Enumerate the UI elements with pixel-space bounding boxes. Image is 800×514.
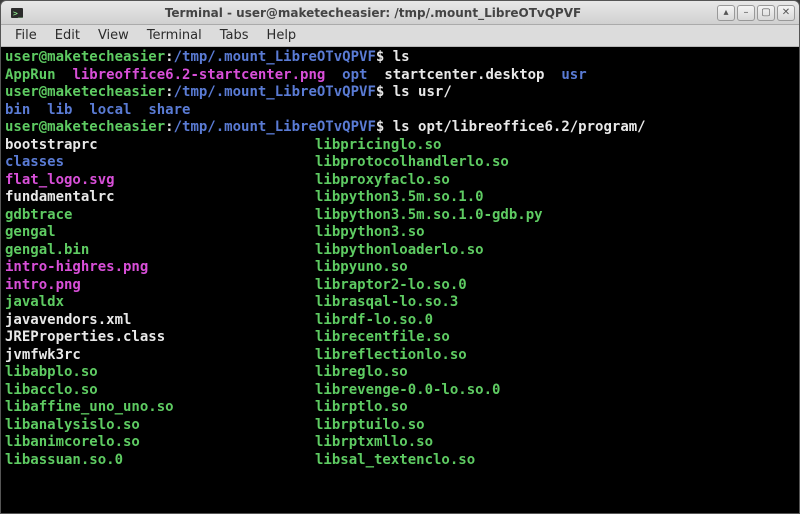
terminal-window: >_ Terminal - user@maketecheasier: /tmp/…	[0, 0, 800, 514]
terminal-text: librptlo.so	[315, 399, 408, 417]
terminal-text: libpython3.so	[315, 224, 425, 242]
terminal-text: libabplo.so	[5, 364, 98, 380]
terminal-text: libanimcorelo.so	[5, 434, 140, 450]
menu-terminal[interactable]: Terminal	[139, 26, 210, 45]
terminal-text: libproxyfaclo.so	[315, 172, 450, 190]
menu-edit[interactable]: Edit	[47, 26, 88, 45]
terminal-text: libanalysislo.so	[5, 417, 140, 433]
terminal-text: :	[165, 119, 173, 135]
terminal-text: gengal.bin	[5, 242, 89, 258]
menu-tabs[interactable]: Tabs	[212, 26, 257, 45]
terminal-text: libacclo.so	[5, 382, 98, 398]
terminal-text: librptuilo.so	[315, 417, 425, 435]
terminal-text: user@maketecheasier	[5, 119, 165, 135]
terminal-text	[544, 67, 561, 83]
terminal-text: libpython3.5m.so.1.0	[315, 189, 484, 207]
terminal-text: javaldx	[5, 294, 64, 310]
terminal-text: libaffine_uno_uno.so	[5, 399, 174, 415]
terminal-text: opt	[342, 67, 367, 83]
terminal-text: ls	[393, 49, 410, 65]
terminal-text: javavendors.xml	[5, 312, 131, 328]
terminal-text: intro.png	[5, 277, 81, 293]
terminal-text: fundamentalrc	[5, 189, 115, 205]
minimize-button[interactable]: –	[737, 5, 755, 21]
terminal-text	[30, 102, 47, 118]
terminal-text: libpricinglo.so	[315, 137, 441, 155]
terminal-text	[72, 102, 89, 118]
terminal-text: :	[165, 84, 173, 100]
terminal-text: ls opt/libreoffice6.2/program/	[393, 119, 646, 135]
terminal-text: lib	[47, 102, 72, 118]
terminal-text: libpyuno.so	[315, 259, 408, 277]
terminal-text: /tmp/.mount_LibreOTvQPVF	[174, 49, 376, 65]
terminal-text: gengal	[5, 224, 56, 240]
terminal-text: libreglo.so	[315, 364, 408, 382]
menubar: File Edit View Terminal Tabs Help	[1, 25, 799, 47]
terminal-text: libpythonloaderlo.so	[315, 242, 484, 260]
terminal-text: $	[376, 84, 393, 100]
terminal-content[interactable]: user@maketecheasier:/tmp/.mount_LibreOTv…	[1, 47, 799, 513]
titlebar[interactable]: >_ Terminal - user@maketecheasier: /tmp/…	[1, 1, 799, 25]
terminal-text: :	[165, 49, 173, 65]
window-controls: ▴ – ▢ ✕	[717, 5, 795, 21]
terminal-text: libpython3.5m.so.1.0-gdb.py	[315, 207, 543, 225]
terminal-text: AppRun	[5, 67, 56, 83]
maximize-button[interactable]: ▢	[757, 5, 775, 21]
terminal-text: bin	[5, 102, 30, 118]
terminal-text: /tmp/.mount_LibreOTvQPVF	[174, 119, 376, 135]
terminal-text: bootstraprc	[5, 137, 98, 153]
menu-view[interactable]: View	[90, 26, 137, 45]
terminal-text: $	[376, 49, 393, 65]
svg-text:>_: >_	[13, 9, 23, 18]
app-icon: >_	[9, 5, 25, 21]
menu-help[interactable]: Help	[259, 26, 305, 45]
terminal-text: flat_logo.svg	[5, 172, 115, 188]
terminal-text: intro-highres.png	[5, 259, 148, 275]
rollup-button[interactable]: ▴	[717, 5, 735, 21]
terminal-text: user@maketecheasier	[5, 49, 165, 65]
terminal-text: libprotocolhandlerlo.so	[315, 154, 509, 172]
terminal-text: gdbtrace	[5, 207, 72, 223]
terminal-text	[325, 67, 342, 83]
terminal-text: librdf-lo.so.0	[315, 312, 433, 330]
terminal-text: user@maketecheasier	[5, 84, 165, 100]
terminal-text: local	[89, 102, 131, 118]
terminal-text: jvmfwk3rc	[5, 347, 81, 363]
terminal-text: $	[376, 119, 393, 135]
terminal-text: libsal_textenclo.so	[315, 452, 475, 470]
terminal-text: /tmp/.mount_LibreOTvQPVF	[174, 84, 376, 100]
window-title: Terminal - user@maketecheasier: /tmp/.mo…	[29, 6, 717, 20]
terminal-text	[131, 102, 148, 118]
terminal-text: share	[148, 102, 190, 118]
terminal-text: libraptor2-lo.so.0	[315, 277, 467, 295]
terminal-text: JREProperties.class	[5, 329, 165, 345]
terminal-text: libreoffice6.2-startcenter.png	[72, 67, 325, 83]
menu-file[interactable]: File	[7, 26, 45, 45]
terminal-text: libreflectionlo.so	[315, 347, 467, 365]
terminal-text: usr	[561, 67, 586, 83]
terminal-text	[56, 67, 73, 83]
terminal-text: ls usr/	[393, 84, 452, 100]
terminal-text: startcenter.desktop	[384, 67, 544, 83]
terminal-text: libassuan.so.0	[5, 452, 123, 468]
terminal-text: librasqal-lo.so.3	[315, 294, 458, 312]
terminal-text: librecentfile.so	[315, 329, 450, 347]
terminal-text: librevenge-0.0-lo.so.0	[315, 382, 500, 400]
terminal-text: librptxmllo.so	[315, 434, 433, 452]
terminal-text: classes	[5, 154, 64, 170]
close-button[interactable]: ✕	[777, 5, 795, 21]
terminal-text	[367, 67, 384, 83]
